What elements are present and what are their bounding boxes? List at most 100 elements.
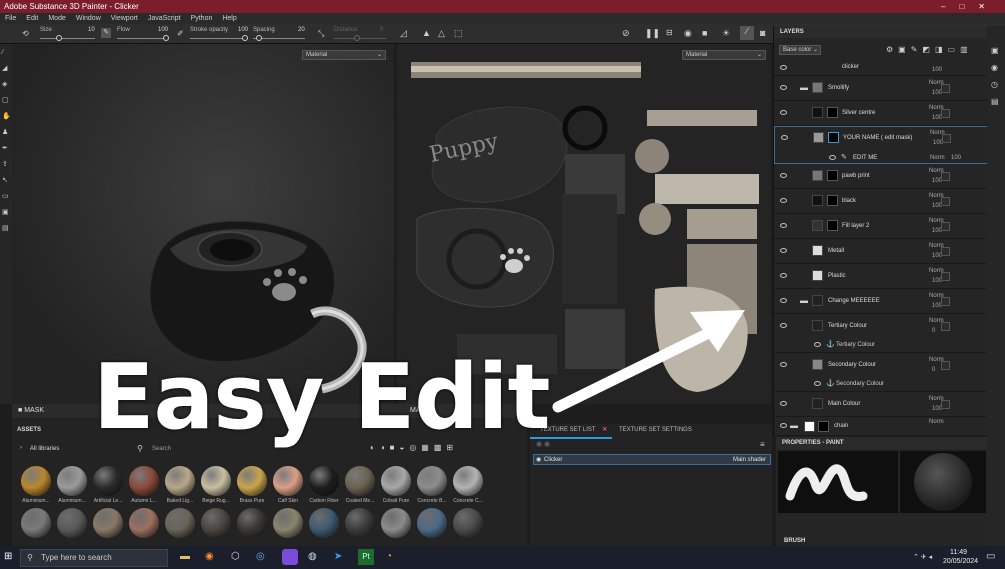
menu-javascript[interactable]: JavaScript [148, 13, 181, 24]
log-tab-icon[interactable]: ▤ [991, 97, 1001, 106]
layer-checkbox[interactable] [942, 134, 951, 143]
material-swatch[interactable] [345, 466, 375, 496]
sphere-view-icon[interactable]: ◉ [684, 28, 692, 39]
eye-icon[interactable] [780, 85, 787, 90]
layer-row-chain[interactable]: ▬ chain Norm [774, 418, 988, 436]
windows-start-icon[interactable]: ⊞ [4, 551, 12, 562]
menu-viewport[interactable]: Viewport [111, 13, 138, 24]
screenshot-icon[interactable]: ◙ [760, 28, 765, 38]
eye-icon[interactable] [780, 362, 787, 367]
telegram-icon[interactable]: ➤ [334, 551, 342, 562]
eye-icon[interactable] [780, 223, 787, 228]
brush-icon[interactable]: ✐ [177, 29, 184, 38]
clock-date[interactable]: 20/05/2024 [943, 558, 978, 565]
layer-checkbox[interactable] [941, 400, 950, 409]
split-view-icon[interactable]: ⊟ [666, 28, 673, 37]
distance-slider[interactable] [334, 35, 386, 41]
layer-checkbox[interactable] [941, 322, 950, 331]
material-swatch[interactable] [201, 508, 231, 538]
mask-checkbox-icon[interactable]: ■ [18, 407, 22, 414]
layer-row-fill-layer-2[interactable]: Fill layer 2 Norm 100 [774, 215, 988, 239]
menu-python[interactable]: Python [191, 13, 213, 24]
eye-icon[interactable] [814, 381, 821, 386]
blender-icon[interactable]: ◔ [386, 551, 392, 562]
material-swatch[interactable] [21, 508, 51, 538]
eye-icon[interactable] [780, 173, 787, 178]
layer-checkbox[interactable] [941, 84, 950, 93]
material-swatch[interactable] [165, 466, 195, 496]
eye-icon[interactable] [780, 323, 787, 328]
layer-row-metall[interactable]: Metall Norm 100 [774, 240, 988, 264]
layer-row-tertiary-colour[interactable]: Tertiary Colour Norm 0 ⚓ Tertiary Colour [774, 315, 988, 353]
material-swatch[interactable] [237, 466, 267, 496]
stroke-opacity-slider[interactable] [190, 35, 248, 41]
shader-name[interactable]: Main shader [733, 455, 766, 465]
layer-row-plastic[interactable]: Plastic Norm 100 [774, 265, 988, 289]
pause-icon[interactable]: ❚❚ [645, 28, 660, 39]
material-swatch[interactable] [453, 466, 483, 496]
tray-icons[interactable]: ⌃ ✈ ◂ [913, 553, 932, 561]
menu-edit[interactable]: Edit [26, 13, 38, 24]
discord-icon[interactable] [282, 549, 298, 565]
layer-checkbox[interactable] [941, 222, 950, 231]
layer-row-change-me[interactable]: ▬ Change MEEEEEE Norm 100 [774, 290, 988, 314]
layer-tools-icons[interactable]: ⚙▣✎◩◨▭▥ [886, 45, 973, 54]
eye-icon[interactable] [814, 342, 821, 347]
paint-brush-icon[interactable]: ∕ [2, 49, 10, 57]
layer-row-clicker[interactable]: clicker 100 [774, 62, 988, 76]
material-swatch[interactable] [273, 466, 303, 496]
layer-checkbox[interactable] [941, 109, 950, 118]
material-swatch[interactable] [165, 508, 195, 538]
notification-icon[interactable]: ▭ [986, 551, 995, 562]
mirror-icon[interactable]: ▲ [422, 28, 431, 38]
material-swatch[interactable] [129, 466, 159, 496]
eye-icon[interactable] [780, 198, 787, 203]
clock-time[interactable]: 11:49 [950, 549, 967, 556]
material-swatch[interactable] [381, 508, 411, 538]
history-tab-icon[interactable]: ◷ [991, 80, 1001, 89]
smudge-icon[interactable]: ✋ [2, 113, 11, 121]
channel-dropdown[interactable]: Base color ⌄ [779, 45, 821, 55]
mirror-z-icon[interactable]: ⬚ [454, 28, 463, 39]
material-swatch[interactable] [381, 466, 411, 496]
bake-icon[interactable]: ⇪ [2, 161, 10, 169]
close-button[interactable]: ✕ [978, 2, 999, 11]
eye-icon[interactable] [780, 248, 787, 253]
light-icon[interactable]: ☀ [722, 28, 730, 39]
polygon-fill-icon[interactable]: ▢ [2, 97, 10, 105]
picker-icon[interactable]: ✒ [2, 145, 10, 153]
layer-checkbox[interactable] [941, 297, 950, 306]
material-swatch[interactable] [417, 508, 447, 538]
flow-slider[interactable] [117, 35, 169, 41]
pen-pressure-icon[interactable]: ✎ [101, 28, 111, 38]
material-swatch[interactable] [129, 508, 159, 538]
firefox-icon[interactable]: ◉ [205, 551, 214, 562]
material-swatch[interactable] [453, 508, 483, 538]
size-value[interactable]: 10 [88, 27, 95, 33]
size-slider[interactable] [40, 35, 95, 41]
eraser-icon[interactable]: ◢ [2, 65, 10, 73]
projection-icon[interactable]: ◈ [2, 81, 10, 89]
menu-icon[interactable]: ≡ [760, 440, 765, 449]
eye-icon[interactable] [829, 155, 836, 160]
material-swatch[interactable] [273, 508, 303, 538]
material-swatch[interactable] [201, 466, 231, 496]
steam-icon[interactable]: ◎ [256, 551, 265, 562]
material-tool-icon[interactable]: ▤ [2, 225, 10, 233]
layers-tab-icon[interactable]: ▣ [991, 46, 1001, 55]
layer-row-black[interactable]: black Norm 100 [774, 190, 988, 214]
material-swatch[interactable] [309, 466, 339, 496]
minimize-button[interactable]: – [941, 2, 959, 11]
eye-icon[interactable] [780, 423, 787, 428]
layer-checkbox[interactable] [941, 197, 950, 206]
unity-icon[interactable]: ⬡ [231, 551, 240, 562]
material-swatch[interactable] [93, 508, 123, 538]
measure-icon[interactable]: ▭ [2, 193, 10, 201]
layer-checkbox[interactable] [941, 172, 950, 181]
eye-icon[interactable] [780, 298, 787, 303]
symmetry-icon[interactable]: ◿ [400, 28, 407, 39]
menu-help[interactable]: Help [222, 13, 236, 24]
texture-tab-icon[interactable]: ◉ [991, 63, 1001, 72]
select-icon[interactable]: ↖ [2, 177, 10, 185]
clone-icon[interactable]: ♟ [2, 129, 10, 137]
